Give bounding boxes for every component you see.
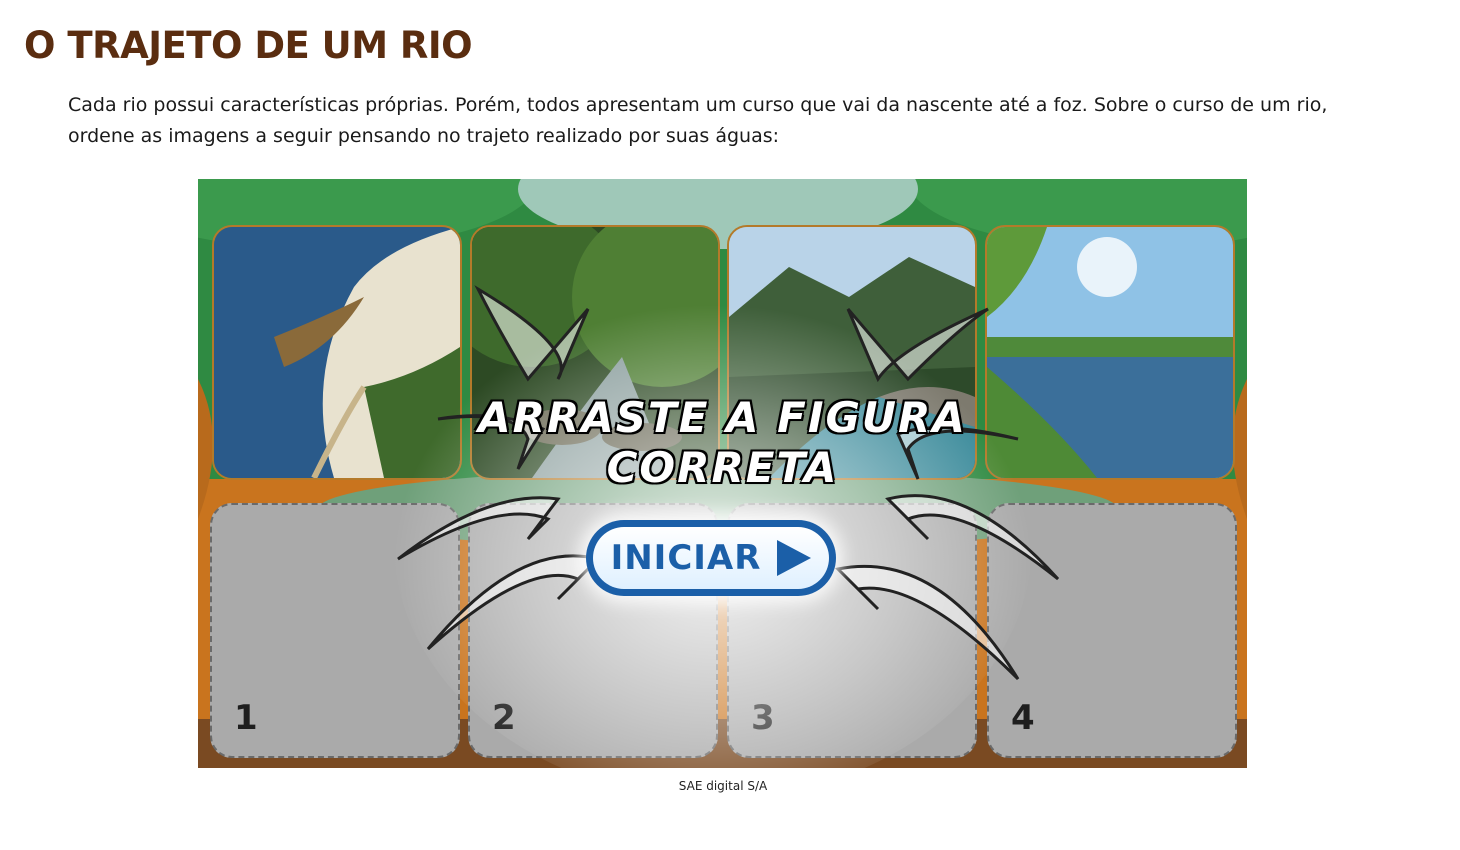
instruction-line-2: CORRETA: [606, 443, 839, 492]
drop-slot-4[interactable]: 4: [987, 503, 1237, 758]
drag-instruction: ARRASTE A FIGURA CORRETA: [198, 393, 1247, 493]
slot-number: 2: [492, 698, 516, 738]
start-label: INICIAR: [610, 538, 762, 578]
play-icon: [777, 540, 812, 576]
image-credit: SAE digital S/A: [678, 779, 768, 793]
drop-slot-1[interactable]: 1: [210, 503, 460, 758]
drag-game-panel: 1 2 3 4 ARRASTE A FIGURA CORRETA INICIAR: [198, 179, 1247, 768]
start-button-face: INICIAR: [593, 527, 829, 589]
slot-number: 1: [234, 698, 258, 738]
page-title: O TRAJETO DE UM RIO: [24, 24, 473, 67]
intro-text: Cada rio possui características próprias…: [68, 94, 1328, 147]
start-button[interactable]: INICIAR: [586, 520, 836, 596]
slot-number: 3: [751, 698, 775, 738]
instruction-line-1: ARRASTE A FIGURA: [478, 393, 967, 442]
slot-number: 4: [1011, 698, 1035, 738]
